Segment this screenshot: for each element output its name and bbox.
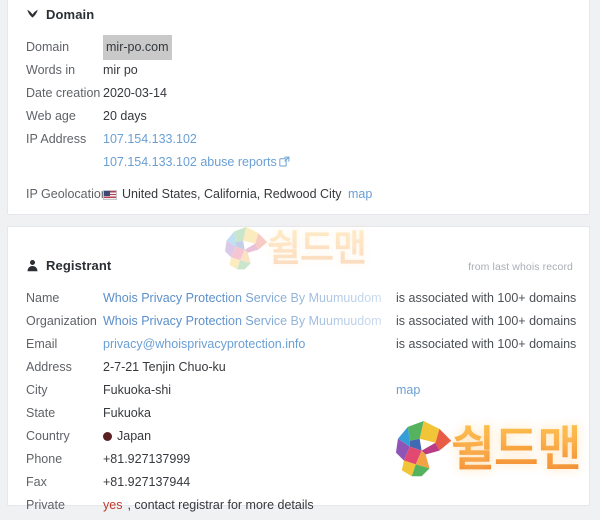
row-value: privacy@whoisprivacyprotection.info xyxy=(103,333,305,356)
row-value: United States, California, Redwood City xyxy=(103,183,342,206)
registrant-organization-link[interactable]: Whois Privacy Protection Service By Muum… xyxy=(103,310,381,333)
flag-jp-icon xyxy=(103,432,112,441)
country-value: Japan xyxy=(117,429,152,443)
table-row: Private yes , contact registrar for more … xyxy=(8,494,589,517)
row-label: City xyxy=(26,383,48,397)
assoc-domains-note: is associated with 100+ domains xyxy=(396,314,577,328)
row-value: Japan xyxy=(103,425,151,448)
row-value: 20 days xyxy=(103,109,147,123)
registrant-section-header: Registrant xyxy=(26,258,111,273)
row-label: Organization xyxy=(26,314,97,328)
table-row: IP Address 107.154.133.102 xyxy=(8,128,589,151)
from-last-whois-record-note: from last whois record xyxy=(468,261,573,273)
row-label: Address xyxy=(26,360,72,374)
row-label: Name xyxy=(26,291,60,305)
row-label: Email xyxy=(26,337,58,351)
abuse-reports-link[interactable]: 107.154.133.102 abuse reports xyxy=(103,151,290,174)
row-label: Private xyxy=(26,498,65,512)
row-value: 2-7-21 Tenjin Chuo-ku xyxy=(103,360,226,374)
row-label: IP Address xyxy=(26,132,87,146)
row-label: Fax xyxy=(26,475,47,489)
row-label: Words in xyxy=(26,63,76,77)
row-label: Domain xyxy=(26,40,70,54)
row-value: 107.154.133.102 abuse reports xyxy=(103,151,290,174)
domain-card: Domain Domain mir-po.com Words in mir po… xyxy=(7,0,590,215)
table-row: Fax +81.927137944 xyxy=(8,471,589,494)
domain-section-title: Domain xyxy=(46,7,95,22)
flag-us-icon xyxy=(103,189,117,200)
registrant-section-title: Registrant xyxy=(46,258,112,273)
row-gap xyxy=(8,174,589,183)
registrant-email-link[interactable]: privacy@whoisprivacyprotection.info xyxy=(103,333,305,356)
registrant-card: Registrant from last whois record Name W… xyxy=(7,226,590,512)
domain-section-header: Domain xyxy=(26,7,94,22)
assoc-domains-note: is associated with 100+ domains xyxy=(396,337,577,351)
table-row: Words in mir po xyxy=(8,59,589,82)
shield-icon xyxy=(26,8,39,21)
table-row: IP Geolocation United States, California… xyxy=(8,183,589,206)
table-row: Web age 20 days xyxy=(8,105,589,128)
user-icon xyxy=(26,259,39,272)
row-value: mir po xyxy=(103,63,138,77)
row-value: 2020-03-14 xyxy=(103,86,167,100)
row-label: Country xyxy=(26,429,70,443)
row-value: Whois Privacy Protection Service By Muum… xyxy=(103,287,381,310)
row-value: Whois Privacy Protection Service By Muum… xyxy=(103,310,381,333)
table-row: Domain mir-po.com xyxy=(8,35,589,60)
table-row: 107.154.133.102 abuse reports xyxy=(8,151,589,174)
row-label: Phone xyxy=(26,452,63,466)
table-row: Organization Whois Privacy Protection Se… xyxy=(8,310,589,333)
table-row: Country Japan xyxy=(8,425,589,448)
row-label: State xyxy=(26,406,56,420)
row-value: Fukuoka-shi xyxy=(103,383,172,397)
assoc-domains-note: is associated with 100+ domains xyxy=(396,291,577,305)
table-row: Address 2-7-21 Tenjin Chuo-ku xyxy=(8,356,589,379)
external-link-icon xyxy=(279,156,290,167)
row-label: Date creation xyxy=(26,86,101,100)
row-value: +81.927137999 xyxy=(103,452,191,466)
row-value: yes , contact registrar for more details xyxy=(103,494,314,517)
geolocation-map-link[interactable]: map xyxy=(348,183,372,206)
private-status-badge: yes xyxy=(103,498,123,512)
row-value: 107.154.133.102 xyxy=(103,128,197,151)
table-row: Name Whois Privacy Protection Service By… xyxy=(8,287,589,310)
table-row: Phone +81.927137999 xyxy=(8,448,589,471)
row-value: Fukuoka xyxy=(103,406,151,420)
table-row: Email privacy@whoisprivacyprotection.inf… xyxy=(8,333,589,356)
row-label: IP Geolocation xyxy=(26,187,108,201)
table-row: City Fukuoka-shi map xyxy=(8,379,589,402)
table-row: State Fukuoka xyxy=(8,402,589,425)
geolocation-value: United States, California, Redwood City xyxy=(122,187,342,201)
row-value: +81.927137944 xyxy=(103,475,191,489)
table-row: Date creation 2020-03-14 xyxy=(8,82,589,105)
private-status-rest: , contact registrar for more details xyxy=(127,498,314,512)
row-label: Web age xyxy=(26,109,76,123)
row-value: mir-po.com xyxy=(103,35,172,60)
city-map-link[interactable]: map xyxy=(396,379,420,402)
registrant-name-link[interactable]: Whois Privacy Protection Service By Muum… xyxy=(103,287,381,310)
domain-name-value[interactable]: mir-po.com xyxy=(103,35,172,60)
ip-address-link[interactable]: 107.154.133.102 xyxy=(103,128,197,151)
